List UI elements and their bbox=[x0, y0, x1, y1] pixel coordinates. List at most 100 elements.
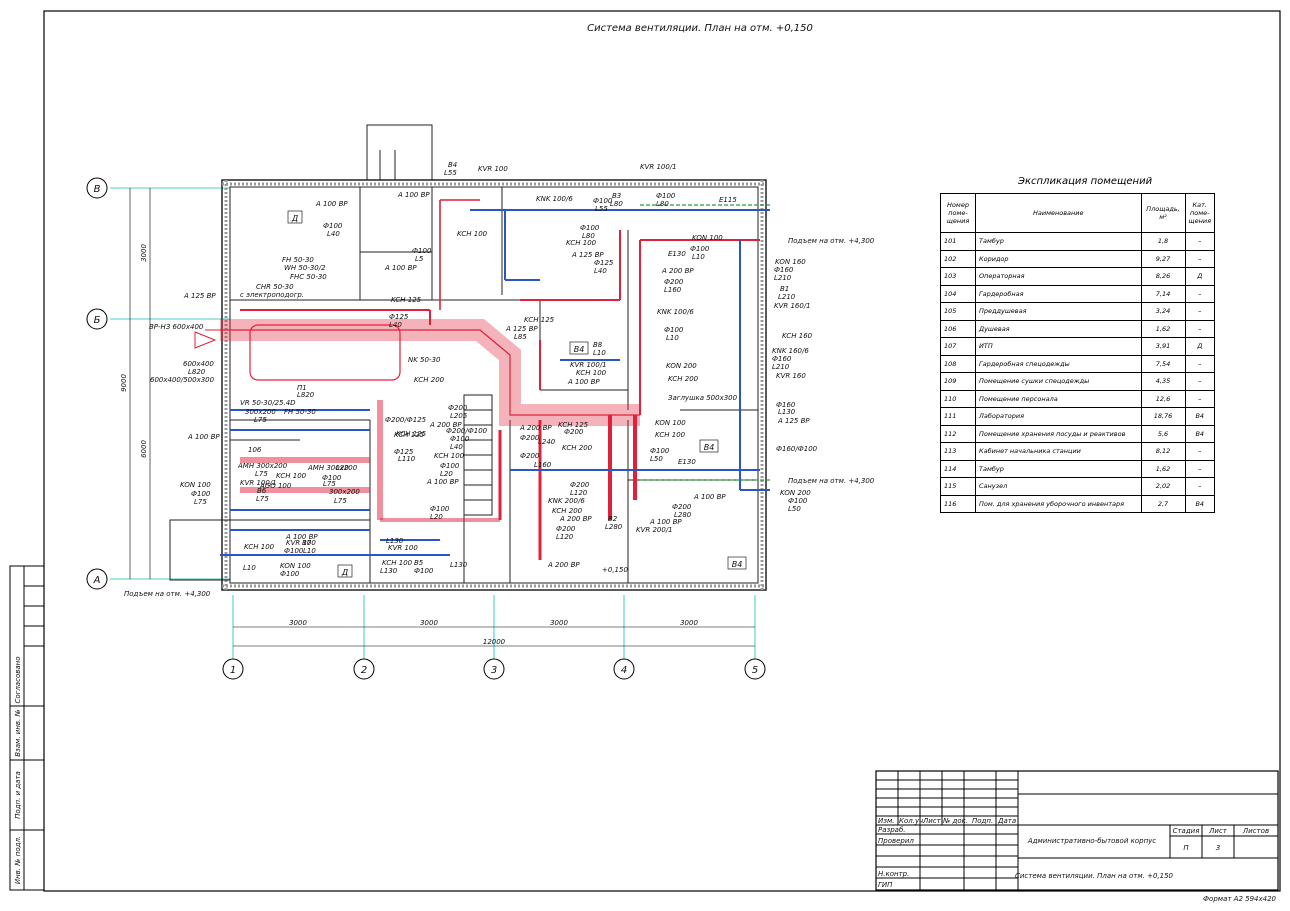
svg-text:E130: E130 bbox=[668, 250, 686, 258]
table-row: 101 Тамбур 1,8– bbox=[940, 232, 1215, 251]
svg-text:FH 50-30: FH 50-30 bbox=[284, 408, 316, 416]
svg-text:KON 100: KON 100 bbox=[180, 481, 211, 489]
svg-text:L5: L5 bbox=[415, 255, 424, 263]
svg-text:Ф200/Ф125: Ф200/Ф125 bbox=[385, 416, 427, 424]
table-header-row: Номер поме-щения Наименование Площадь, м… bbox=[940, 193, 1215, 233]
room-number: 107 bbox=[940, 337, 976, 356]
room-cat: Д bbox=[1184, 267, 1215, 286]
table-row: 102 Коридор 9,27– bbox=[940, 249, 1215, 268]
svg-text:L10: L10 bbox=[303, 547, 316, 555]
svg-text:L10: L10 bbox=[593, 349, 606, 357]
room-d1: Д bbox=[291, 214, 298, 223]
dim-y2: 6000 bbox=[140, 440, 148, 458]
room-d2: Д bbox=[341, 568, 348, 577]
room-area: 8,12 bbox=[1140, 442, 1186, 461]
svg-text:П: П bbox=[1183, 844, 1189, 852]
room-area: 3,24 bbox=[1140, 302, 1186, 321]
table-row: 103 Операторная 8,26 Д bbox=[940, 267, 1215, 286]
room-name: Душевая bbox=[975, 319, 1142, 338]
room-cat: В4 bbox=[1184, 494, 1215, 513]
svg-text:Ф100: Ф100 bbox=[191, 490, 211, 498]
table-row: 114 Тамбур 1,62– bbox=[940, 459, 1215, 478]
svg-text:WH 50-30/2: WH 50-30/2 bbox=[284, 264, 326, 272]
table-row: 112 Помещение хранения посуды и реактивов… bbox=[940, 424, 1215, 443]
header-category: Кат. поме-щения bbox=[1184, 193, 1215, 233]
svg-text:KON 100: KON 100 bbox=[692, 234, 723, 242]
sheet-title: Система вентиляции. План на отм. +0,150 bbox=[587, 23, 813, 34]
project-name: Административно-бытовой корпус bbox=[1027, 837, 1156, 845]
svg-text:KCH 200: KCH 200 bbox=[414, 376, 445, 384]
svg-text:KON 160: KON 160 bbox=[775, 258, 806, 266]
svg-text:L50: L50 bbox=[650, 455, 663, 463]
paper-format: Формат А2 594х420 bbox=[1203, 895, 1277, 903]
svg-text:A 100 BP: A 100 BP bbox=[397, 191, 430, 199]
room-number: 101 bbox=[940, 232, 976, 251]
svg-text:ГИП: ГИП bbox=[878, 881, 893, 889]
svg-text:E130: E130 bbox=[678, 458, 696, 466]
svg-text:KVR 160/1: KVR 160/1 bbox=[774, 302, 811, 310]
svg-text:Подп. и дата: Подп. и дата bbox=[14, 771, 22, 819]
svg-text:AMH 300х200: AMH 300х200 bbox=[307, 464, 358, 472]
svg-text:Ф125: Ф125 bbox=[389, 313, 409, 321]
svg-text:A 100 BP: A 100 BP bbox=[649, 518, 682, 526]
svg-text:L50: L50 bbox=[788, 505, 801, 513]
room-area: 2,02 bbox=[1140, 477, 1186, 496]
room-area: 8,26 bbox=[1140, 267, 1186, 286]
svg-text:KCH 160: KCH 160 bbox=[782, 332, 813, 340]
svg-text:L40: L40 bbox=[389, 321, 402, 329]
svg-text:L820: L820 bbox=[188, 368, 206, 376]
table-row: 104 Гардеробная 7,14– bbox=[940, 284, 1215, 303]
dimensions bbox=[129, 188, 755, 647]
svg-text:KCH 125: KCH 125 bbox=[391, 296, 422, 304]
svg-text:5: 5 bbox=[752, 665, 758, 676]
room-name: Помещение сушки спецодежды bbox=[975, 372, 1142, 391]
svg-text:L130: L130 bbox=[380, 567, 398, 575]
svg-text:Ф200: Ф200 bbox=[448, 404, 468, 412]
svg-text:B5: B5 bbox=[414, 559, 424, 567]
svg-text:Изм.: Изм. bbox=[878, 817, 894, 825]
svg-text:KVR 100/1: KVR 100/1 bbox=[640, 163, 677, 171]
rise-label-1: Подъем на отм. +4,300 bbox=[788, 237, 875, 245]
room-cat: – bbox=[1184, 249, 1215, 268]
room-cat: – bbox=[1184, 232, 1215, 251]
room-number: 114 bbox=[940, 459, 976, 478]
header-area: Площадь, м² bbox=[1140, 193, 1186, 233]
svg-text:KCH 200: KCH 200 bbox=[562, 444, 593, 452]
svg-text:CHR 50-30: CHR 50-30 bbox=[256, 283, 294, 291]
room-number: 109 bbox=[940, 372, 976, 391]
svg-text:L210: L210 bbox=[772, 363, 790, 371]
svg-text:A 125 BP: A 125 BP bbox=[777, 417, 810, 425]
room-cat: – bbox=[1184, 459, 1215, 478]
svg-text:Ф100: Ф100 bbox=[656, 192, 676, 200]
svg-text:A 125 BP: A 125 BP bbox=[571, 251, 604, 259]
svg-text:L20: L20 bbox=[440, 470, 453, 478]
room-area: 4,35 bbox=[1140, 372, 1186, 391]
svg-text:FH 50-30: FH 50-30 bbox=[282, 256, 314, 264]
svg-text:Ф100: Ф100 bbox=[430, 505, 450, 513]
room-name: Санузел bbox=[975, 477, 1142, 496]
room-area: 7,54 bbox=[1140, 354, 1186, 373]
svg-text:L160: L160 bbox=[664, 286, 682, 294]
svg-text:KCH 100: KCH 100 bbox=[244, 543, 275, 551]
dim-x1: 3000 bbox=[289, 619, 307, 627]
svg-text:Ф100: Ф100 bbox=[650, 447, 670, 455]
room-area: 5,6 bbox=[1140, 424, 1186, 443]
room-name: Пом. для хранения уборочного инвентаря bbox=[975, 494, 1142, 513]
intake-arrow bbox=[194, 331, 217, 349]
svg-text:KNK 100/6: KNK 100/6 bbox=[536, 195, 573, 203]
svg-text:A 200 BP: A 200 BP bbox=[519, 424, 552, 432]
room-name: Тамбур bbox=[975, 232, 1142, 251]
svg-text:Ф100: Ф100 bbox=[414, 567, 434, 575]
table-row: 111 Лаборатория 18,76 В4 bbox=[940, 407, 1215, 426]
svg-text:Ф200: Ф200 bbox=[556, 525, 576, 533]
svg-text:L10: L10 bbox=[666, 334, 679, 342]
svg-text:A 100 BP: A 100 BP bbox=[384, 264, 417, 272]
svg-text:L120: L120 bbox=[570, 489, 588, 497]
svg-text:KCH 100: KCH 100 bbox=[655, 431, 686, 439]
room-number: 112 bbox=[940, 424, 976, 443]
svg-text:KCH 125: KCH 125 bbox=[524, 316, 555, 324]
svg-text:L75: L75 bbox=[254, 416, 267, 424]
room-cat: Д bbox=[1184, 337, 1215, 356]
svg-text:Ф125: Ф125 bbox=[594, 259, 614, 267]
dim-x3: 3000 bbox=[550, 619, 568, 627]
